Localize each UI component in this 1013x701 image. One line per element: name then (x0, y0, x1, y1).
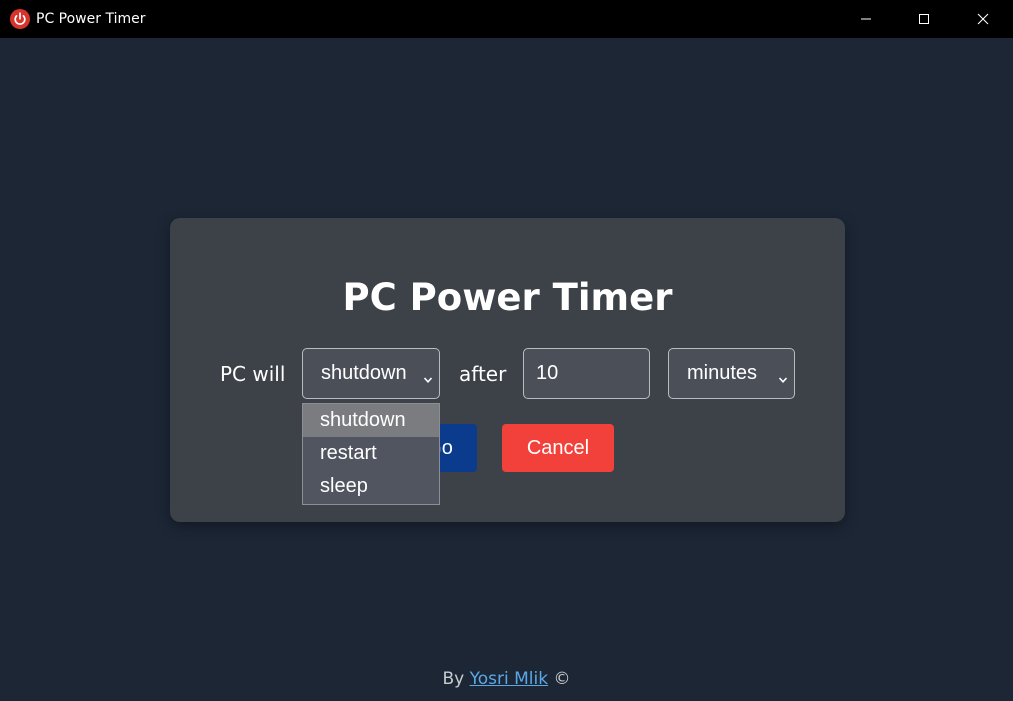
unit-select[interactable]: minutes (668, 348, 795, 399)
timer-card: PC Power Timer PC will shutdown after 10… (170, 218, 845, 522)
maximize-button[interactable] (895, 0, 953, 38)
page-title: PC Power Timer (342, 276, 673, 319)
dropdown-option-sleep[interactable]: sleep (303, 470, 439, 503)
power-icon (10, 9, 30, 29)
pc-will-label: PC will (220, 362, 286, 386)
dropdown-option-shutdown[interactable]: shutdown (303, 404, 439, 437)
close-button[interactable] (954, 0, 1012, 38)
chevron-down-icon (423, 368, 433, 383)
footer-prefix: By (442, 669, 465, 689)
amount-input[interactable]: 10 (523, 348, 650, 399)
maximize-icon (918, 13, 930, 25)
author-link[interactable]: Yosri Mlik (470, 669, 548, 689)
chevron-down-icon (778, 368, 788, 383)
unit-select-value: minutes (687, 362, 758, 384)
close-icon (977, 13, 989, 25)
minimize-button[interactable] (837, 0, 895, 38)
after-label: after (459, 362, 507, 386)
amount-input-value: 10 (536, 362, 559, 384)
action-dropdown-list: shutdown restart sleep (302, 403, 440, 505)
window-title: PC Power Timer (36, 11, 146, 27)
dropdown-option-restart[interactable]: restart (303, 437, 439, 470)
title-bar[interactable]: PC Power Timer (0, 0, 1013, 38)
action-select-value: shutdown (321, 362, 407, 384)
footer: By Yosri Mlik © (0, 668, 1013, 690)
app-window: PC Power Timer PC Power Timer PC will sh… (0, 0, 1013, 701)
action-select[interactable]: shutdown (302, 348, 440, 399)
cancel-button[interactable]: Cancel (502, 424, 614, 472)
minimize-icon (860, 13, 872, 25)
copyright-symbol: © (553, 669, 571, 689)
